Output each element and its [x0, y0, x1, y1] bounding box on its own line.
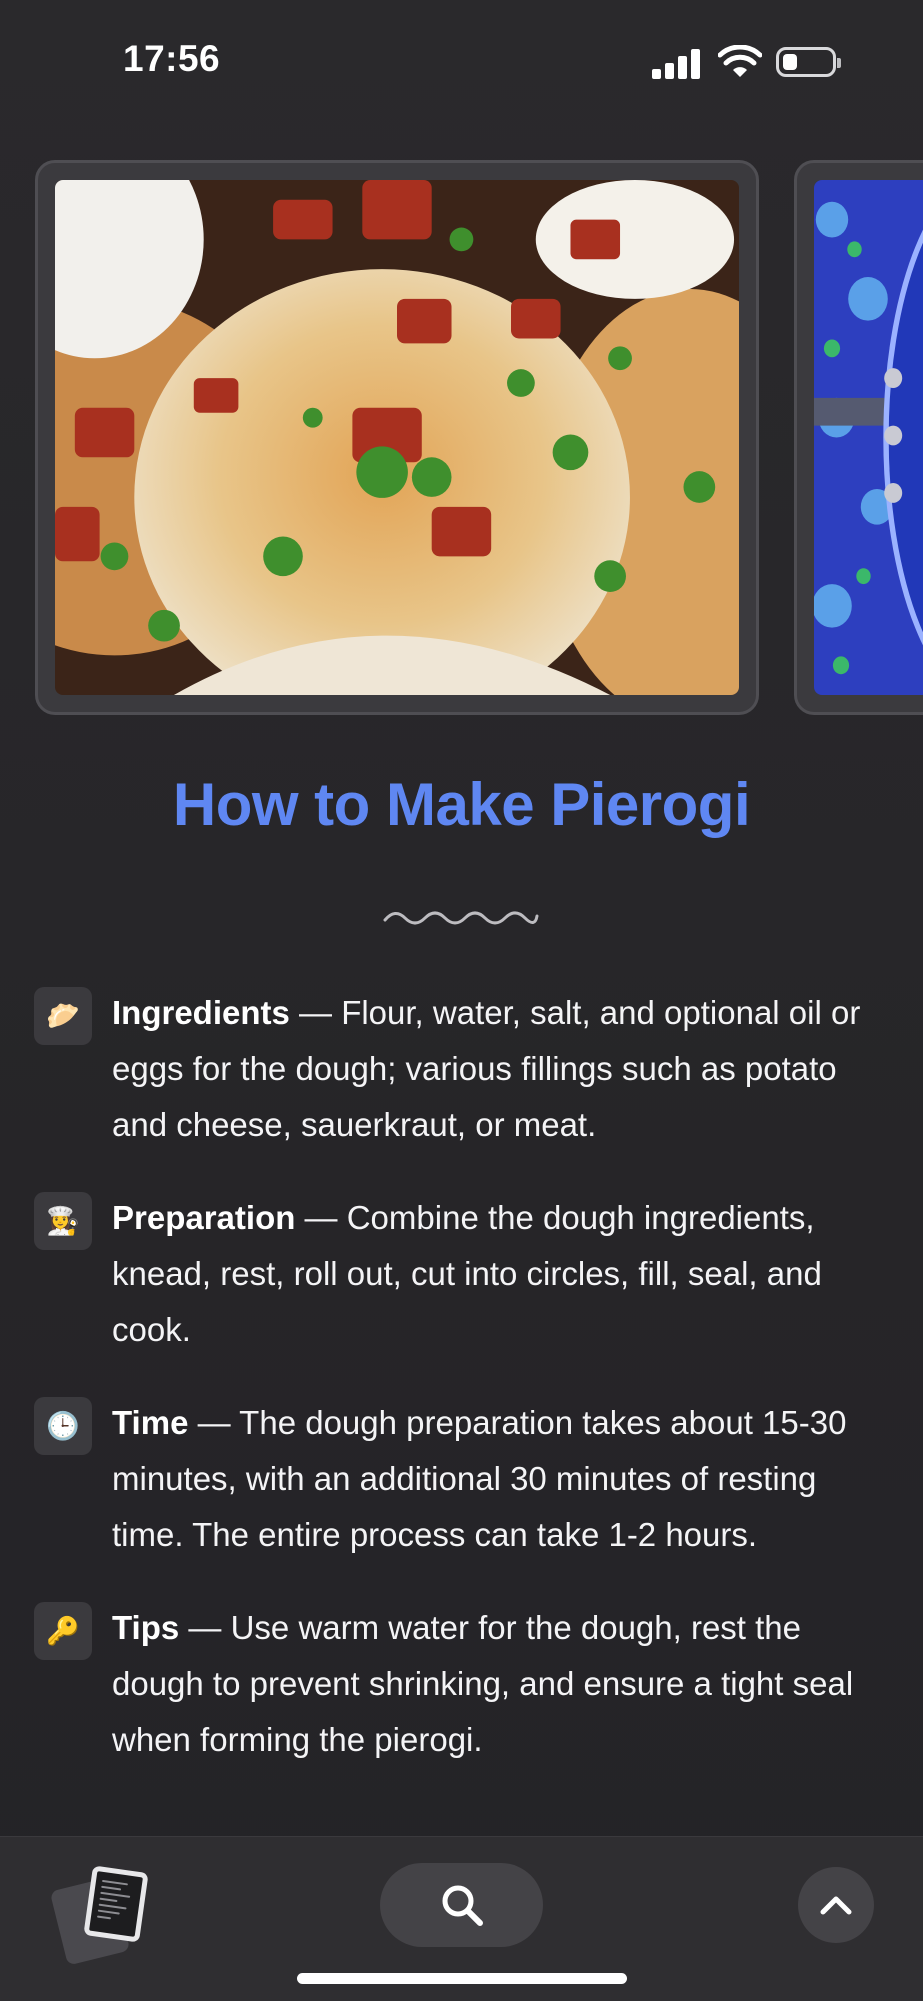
- status-time: 17:56: [123, 38, 221, 79]
- pierogi-photo: [55, 180, 739, 695]
- bottom-toolbar: [0, 1836, 923, 2001]
- tab-preview: [83, 1865, 149, 1943]
- image-carousel[interactable]: [0, 160, 923, 715]
- chevron-up-icon: [820, 1896, 852, 1915]
- dumpling-icon: 🥟: [34, 987, 92, 1045]
- chef-icon: 👩‍🍳: [34, 1192, 92, 1250]
- clock-icon: 🕒: [34, 1397, 92, 1455]
- scroll-to-top-button[interactable]: [798, 1867, 874, 1943]
- article-title: How to Make Pierogi: [172, 771, 751, 838]
- carousel-card-pierogi[interactable]: [35, 160, 759, 715]
- list-item-body: — Use warm water for the dough, rest the…: [112, 1609, 854, 1758]
- list-item-label: Preparation: [112, 1199, 296, 1236]
- list-item-label: Tips: [112, 1609, 180, 1646]
- list-item-body: — The dough preparation takes about 15-3…: [112, 1404, 847, 1553]
- list-item-text: Ingredients — Flour, water, salt, and op…: [112, 985, 894, 1153]
- wave-divider-icon: [383, 911, 539, 925]
- list-item-text: Tips — Use warm water for the dough, res…: [112, 1600, 894, 1768]
- list-item-time: 🕒 Time — The dough preparation takes abo…: [34, 1395, 894, 1563]
- cellular-signal-icon: [652, 49, 702, 79]
- search-button[interactable]: [380, 1863, 543, 1947]
- list-item-tips: 🔑 Tips — Use warm water for the dough, r…: [34, 1600, 894, 1768]
- blue-floral-pot-photo: [814, 180, 923, 695]
- wifi-icon: [718, 45, 762, 77]
- home-indicator[interactable]: [297, 1973, 627, 1984]
- list-item-ingredients: 🥟 Ingredients — Flour, water, salt, and …: [34, 985, 894, 1153]
- list-item-text: Time — The dough preparation takes about…: [112, 1395, 894, 1563]
- tabs-button[interactable]: [49, 1863, 156, 1966]
- search-icon: [442, 1885, 483, 1926]
- list-item-label: Ingredients: [112, 994, 290, 1031]
- status-icons: [652, 45, 848, 81]
- screen: 17:56 How to Make Pierogi 🥟 Ingredients …: [0, 0, 923, 2001]
- status-bar: 17:56: [0, 0, 923, 120]
- list-item-preparation: 👩‍🍳 Preparation — Combine the dough ingr…: [34, 1190, 894, 1358]
- key-icon: 🔑: [34, 1602, 92, 1660]
- carousel-card-pot[interactable]: [794, 160, 923, 715]
- battery-level: [783, 54, 797, 70]
- list-item-text: Preparation — Combine the dough ingredie…: [112, 1190, 894, 1358]
- steps-list: 🥟 Ingredients — Flour, water, salt, and …: [34, 985, 894, 1805]
- list-item-label: Time: [112, 1404, 189, 1441]
- battery-icon: [776, 47, 841, 77]
